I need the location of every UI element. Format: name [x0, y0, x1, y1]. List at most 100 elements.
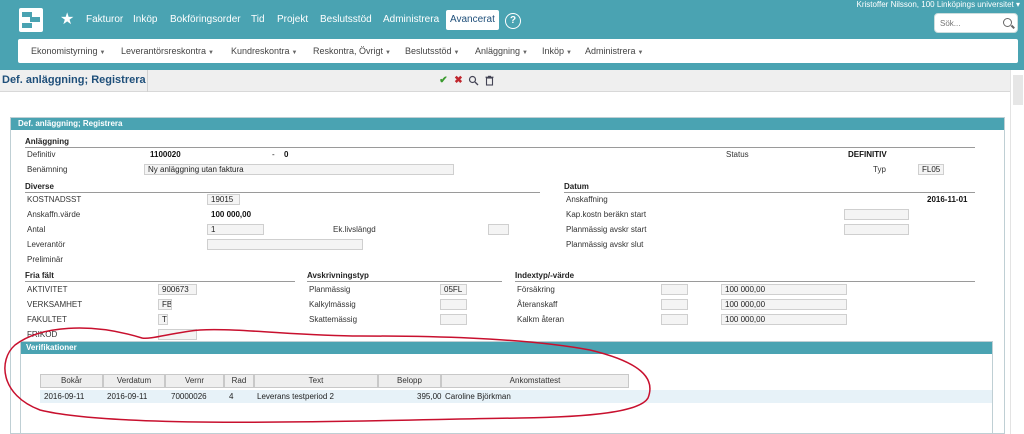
user-menu[interactable]: Kristoffer Nilsson, 100 Linköpings unive… [840, 0, 1020, 10]
definitiv-value: 1100020 [150, 150, 181, 159]
eklivslangd-label: Ek.livslängd [333, 225, 376, 234]
caret-down-icon: ▼ [291, 50, 298, 56]
skattemassig-field[interactable] [440, 314, 467, 325]
subnav-anlaggning[interactable]: Anläggning ▼ [475, 45, 528, 59]
favorites-star-icon[interactable]: ★ [60, 10, 74, 30]
cancel-x-icon[interactable]: ✖ [453, 75, 464, 86]
aktivitet-field[interactable]: 900673 [158, 284, 197, 295]
frikod-field[interactable] [158, 329, 197, 340]
column-header[interactable]: Bokår [40, 374, 103, 388]
subnav-label: Ekonomistyrning [31, 46, 98, 56]
save-check-icon[interactable]: ✔ [438, 75, 449, 86]
app-window: ★ Fakturor Inköp Bokföringsorder Tid Pro… [0, 0, 1024, 434]
verifikationer-title: Verifikationer [21, 342, 992, 354]
status-label: Status [726, 150, 749, 159]
kalkylmassig-field[interactable] [440, 299, 467, 310]
benamning-field[interactable]: Ny anläggning utan faktura [144, 164, 454, 175]
antal-field[interactable]: 1 [207, 224, 264, 235]
forsakring-type-field[interactable] [661, 284, 688, 295]
column-header[interactable]: Text [254, 374, 378, 388]
typ-field[interactable]: FL05 [918, 164, 944, 175]
fakultet-field[interactable]: T [158, 314, 168, 325]
planstart-field[interactable] [844, 224, 909, 235]
nav-projekt[interactable]: Projekt [277, 10, 308, 30]
cell-bokar: 2016-09-11 [44, 392, 85, 401]
section-diverse: Diverse [25, 182, 54, 191]
caret-down-icon: ▼ [208, 50, 214, 56]
column-header[interactable]: Rad [224, 374, 254, 388]
caret-down-icon: ▼ [522, 50, 528, 56]
kapkostn-field[interactable] [844, 209, 909, 220]
search-box[interactable] [934, 13, 1018, 33]
fakultet-label: FAKULTET [27, 315, 67, 324]
ateranskaff-type-field[interactable] [661, 299, 688, 310]
cell-ankomstattest: Caroline Björkman [445, 392, 511, 401]
cell-belopp: 395,00 [417, 392, 442, 401]
help-icon[interactable]: ? [505, 13, 521, 29]
skattemassig-label: Skattemässig [309, 315, 358, 324]
kalkylmassig-label: Kalkylmässig [309, 300, 356, 309]
kostnadsst-field[interactable]: 19015 [207, 194, 240, 205]
section-datum: Datum [564, 182, 589, 191]
kalkm-field[interactable]: 100 000,00 [721, 314, 847, 325]
subnav-administrera[interactable]: Administrera ▼ [585, 45, 643, 59]
subnav-inkop[interactable]: Inköp ▼ [542, 45, 572, 59]
ateranskaff-label: Återanskaff [517, 300, 558, 309]
typ-label: Typ [873, 165, 886, 174]
caret-down-icon: ▼ [385, 50, 391, 56]
search-input[interactable] [940, 17, 1000, 30]
search-icon[interactable] [1003, 18, 1012, 27]
subnav-reskontra-ovrigt[interactable]: Reskontra, Övrigt ▼ [313, 45, 391, 59]
nav-avancerat[interactable]: Avancerat [446, 10, 499, 30]
nav-bokforingsorder[interactable]: Bokföringsorder [170, 10, 241, 30]
column-header[interactable]: Ankomstattest [441, 374, 629, 388]
verksamhet-field[interactable]: FB [158, 299, 172, 310]
panel-title: Def. anläggning; Registrera [11, 118, 1004, 130]
cell-vernr: 70000026 [171, 392, 207, 401]
subnav-leverantorsreskontra[interactable]: Leverantörsreskontra ▼ [121, 45, 214, 59]
section-indextyp: Indextyp/-värde [515, 271, 575, 280]
nav-beslutsstod[interactable]: Beslutsstöd [320, 10, 372, 30]
eklivslangd-field[interactable] [488, 224, 509, 235]
planmassig-label: Planmässig [309, 285, 351, 294]
antal-label: Antal [27, 225, 46, 234]
verifikationer-panel: Verifikationer Bokår Verdatum Vernr Rad … [20, 341, 993, 434]
kostnadsst-label: KOSTNADSST [27, 195, 82, 204]
section-avskrivningstyp: Avskrivningstyp [307, 271, 369, 280]
nav-administrera[interactable]: Administrera [383, 10, 439, 30]
column-header[interactable]: Vernr [165, 374, 224, 388]
kalkm-type-field[interactable] [661, 314, 688, 325]
forsakring-field[interactable]: 100 000,00 [721, 284, 847, 295]
anskaffn-label: Anskaffn.värde [27, 210, 81, 219]
column-header[interactable]: Verdatum [103, 374, 165, 388]
subnav-beslutsstod[interactable]: Beslutsstöd ▼ [405, 45, 459, 59]
preview-icon[interactable] [468, 75, 479, 86]
ateranskaff-field[interactable]: 100 000,00 [721, 299, 847, 310]
forsakring-label: Försäkring [517, 285, 555, 294]
trash-icon[interactable] [484, 75, 495, 86]
section-divider [25, 281, 295, 282]
frikod-label: FRIKOD [27, 330, 58, 339]
nav-fakturor[interactable]: Fakturor [86, 10, 123, 30]
logo[interactable] [19, 8, 43, 32]
scrollbar-thumb[interactable] [1013, 75, 1023, 105]
definitiv-dash: - [272, 150, 275, 159]
vertical-scrollbar[interactable] [1010, 70, 1024, 434]
subnav-kundreskontra[interactable]: Kundreskontra ▼ [231, 45, 298, 59]
planstart-label: Planmässig avskr start [566, 225, 647, 234]
anskaffning-label: Anskaffning [566, 195, 608, 204]
caret-down-icon: ▼ [453, 50, 460, 56]
table-row[interactable]: 2016-09-11 2016-09-11 70000026 4 Leveran… [40, 390, 992, 403]
cell-verdatum: 2016-09-11 [107, 392, 148, 401]
planmassig-field[interactable]: 05FL [440, 284, 467, 295]
caret-down-icon: ▼ [566, 50, 572, 56]
subnav-label: Kundreskontra [231, 46, 290, 56]
leverantor-field[interactable] [207, 239, 363, 250]
leverantor-label: Leverantör [27, 240, 66, 249]
column-header[interactable]: Belopp [378, 374, 441, 388]
cell-rad: 4 [229, 392, 234, 401]
section-divider [25, 192, 540, 193]
subnav-ekonomistyrning[interactable]: Ekonomistyrning ▼ [31, 45, 105, 59]
nav-tid[interactable]: Tid [251, 10, 265, 30]
nav-inkop[interactable]: Inköp [133, 10, 157, 30]
